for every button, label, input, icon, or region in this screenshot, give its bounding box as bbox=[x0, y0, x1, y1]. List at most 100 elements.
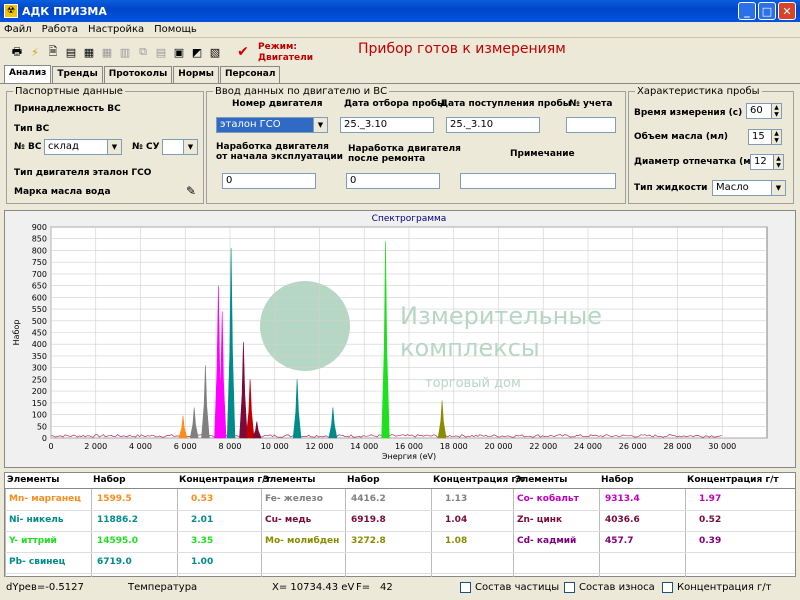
run-icon[interactable]: ⚡ bbox=[28, 44, 42, 60]
wear-composition-checkbox[interactable]: Состав износа bbox=[564, 582, 655, 593]
control-unit-select[interactable]: ▼ bbox=[162, 139, 198, 155]
menu-work[interactable]: Работа bbox=[42, 24, 78, 35]
edit-icon[interactable]: ✎ bbox=[186, 184, 196, 198]
y-tick-label: 400 bbox=[32, 340, 47, 349]
element-concentration: 0.53 bbox=[191, 494, 214, 504]
app-icon: ☢ bbox=[4, 4, 18, 18]
title-bar: ☢ АДК ПРИЗМА _ □ ✕ bbox=[0, 0, 800, 22]
close-button[interactable]: ✕ bbox=[778, 2, 796, 20]
x-tick-label: 22 000 bbox=[529, 442, 557, 451]
menu-help[interactable]: Помощь bbox=[154, 24, 197, 35]
table-header-cell: Элементы bbox=[7, 475, 60, 485]
chevron-down-icon[interactable]: ▼ bbox=[771, 181, 785, 195]
element-concentration: 3.35 bbox=[191, 536, 214, 546]
table-row[interactable]: Pb- свинец 6719.0 1.00 bbox=[5, 553, 795, 574]
file-icon[interactable]: ▤ bbox=[64, 44, 78, 60]
liquid-type-select[interactable]: Масло ▼ bbox=[712, 180, 786, 196]
menu-file[interactable]: Файл bbox=[4, 24, 32, 35]
concentration-checkbox[interactable]: Концентрация г/т bbox=[662, 582, 772, 593]
element-concentration: 1.00 bbox=[191, 557, 214, 567]
menu-settings[interactable]: Настройка bbox=[88, 24, 144, 35]
chevron-down-icon[interactable]: ▼ bbox=[183, 140, 197, 154]
settings-icon[interactable]: ▧ bbox=[208, 44, 222, 60]
table-header-cell: Набор bbox=[93, 475, 126, 485]
x-tick-label: 18 000 bbox=[440, 442, 468, 451]
spinner-icon[interactable]: ▲ ▼ bbox=[771, 130, 781, 144]
particle-composition-checkbox[interactable]: Состав частицы bbox=[460, 582, 559, 593]
measure-time-label: Время измерения (с) bbox=[634, 108, 743, 118]
sample-date-field[interactable]: 25._3.10 bbox=[340, 117, 434, 133]
analysis-panel: Паспортные данные Принадлежность ВС Тип … bbox=[0, 83, 800, 205]
list-icon[interactable]: ▤ bbox=[154, 44, 168, 60]
x-tick-label: 8 000 bbox=[219, 442, 242, 451]
spectrogram-svg[interactable]: Измерительные комплексы торговый дом 0 50 100… bbox=[5, 211, 795, 467]
record-number-field[interactable] bbox=[566, 117, 616, 133]
x-tick-label: 12 000 bbox=[306, 442, 334, 451]
tab-analysis[interactable]: Анализ bbox=[4, 65, 52, 84]
y-axis-label: Набор bbox=[12, 320, 21, 346]
element-name: Cu- медь bbox=[265, 515, 312, 525]
aircraft-type-label: Тип ВС bbox=[14, 124, 50, 134]
chart-icon[interactable]: ▦ bbox=[82, 44, 96, 60]
print-diameter-stepper[interactable]: 12 ▲ ▼ bbox=[750, 154, 784, 170]
print-icon[interactable]: 🖶 bbox=[10, 44, 24, 60]
y-tick-label: 750 bbox=[32, 258, 47, 267]
copy-icon[interactable]: ⧉ bbox=[136, 44, 150, 60]
y-tick-label: 550 bbox=[32, 305, 47, 314]
calculator-icon[interactable]: ▣ bbox=[172, 44, 186, 60]
tab-trends[interactable]: Тренды bbox=[52, 66, 103, 84]
element-count: 11886.2 bbox=[97, 515, 138, 525]
engine-number-select[interactable]: эталон ГСО ▼ bbox=[216, 117, 328, 133]
chevron-down-icon[interactable]: ▼ bbox=[313, 118, 327, 132]
engine-type-label: Тип двигателя эталон ГСО bbox=[14, 168, 152, 178]
measure-time-stepper[interactable]: 60 ▲ ▼ bbox=[746, 103, 782, 119]
y-tick-label: 700 bbox=[32, 270, 47, 279]
x-tick-label: 28 000 bbox=[664, 442, 692, 451]
x-tick-label: 16 000 bbox=[395, 442, 423, 451]
note-field[interactable] bbox=[460, 173, 616, 189]
y-tick-label: 200 bbox=[32, 387, 47, 396]
oil-volume-stepper[interactable]: 15 ▲ ▼ bbox=[748, 129, 782, 145]
spinner-icon[interactable]: ▲ ▼ bbox=[771, 104, 781, 118]
element-concentration: 1.04 bbox=[445, 515, 468, 525]
x-readout: X= 10734.43 eV bbox=[272, 582, 355, 593]
table-row[interactable]: Mn- марганец 1599.5 0.53 Fe- железо 4416.2 1.… bbox=[5, 490, 795, 511]
tab-protocols[interactable]: Протоколы bbox=[103, 66, 173, 84]
element-count: 6919.8 bbox=[351, 515, 386, 525]
table-row[interactable]: Ni- никель 11886.2 2.01 Cu- медь 6919.8 1.04 Z… bbox=[5, 511, 795, 532]
aircraft-number-select[interactable]: склад ▼ bbox=[44, 139, 122, 155]
element-count: 6719.0 bbox=[97, 557, 132, 567]
tab-norms[interactable]: Нормы bbox=[173, 66, 219, 84]
note-label: Примечание bbox=[510, 149, 575, 159]
receipt-date-field[interactable]: 25._3.10 bbox=[446, 117, 540, 133]
table-header-cell: Концентрация г/т bbox=[179, 475, 271, 485]
element-name: Y- иттрий bbox=[9, 536, 57, 546]
chevron-down-icon[interactable]: ▼ bbox=[107, 140, 121, 154]
table-icon[interactable]: ▦ bbox=[100, 44, 114, 60]
runtime-start-field[interactable]: 0 bbox=[222, 173, 316, 189]
spinner-icon[interactable]: ▲ ▼ bbox=[773, 155, 783, 169]
minimize-button[interactable]: _ bbox=[738, 2, 756, 20]
x-tick-label: 20 000 bbox=[485, 442, 513, 451]
aircraft-number-label: № ВС bbox=[14, 142, 42, 152]
table-row[interactable]: Y- иттрий 14595.0 3.35 Mo- молибден 3272.8 1.… bbox=[5, 532, 795, 553]
graph-icon[interactable]: ◩ bbox=[190, 44, 204, 60]
runtime-repair-field[interactable]: 0 bbox=[346, 173, 440, 189]
x-tick-label: 30 000 bbox=[708, 442, 736, 451]
y-tick-label: 900 bbox=[32, 223, 47, 232]
runtime-start-label: Наработка двигателя от начала эксплуатац… bbox=[216, 142, 343, 162]
document-icon[interactable]: 🗎 bbox=[46, 44, 60, 60]
element-name: Mn- марганец bbox=[9, 494, 81, 504]
temperature-label: Температура bbox=[128, 582, 198, 593]
grid-icon[interactable]: ▥ bbox=[118, 44, 132, 60]
y-tick-label: 0 bbox=[42, 434, 47, 443]
tab-personnel[interactable]: Персонал bbox=[219, 66, 281, 84]
element-count: 3272.8 bbox=[351, 536, 386, 546]
checkmark-icon[interactable]: ✔ bbox=[236, 44, 250, 60]
x-tick-label: 14 000 bbox=[350, 442, 378, 451]
maximize-button[interactable]: □ bbox=[758, 2, 776, 20]
print-diameter-label: Диаметр отпечатка (мм) bbox=[634, 157, 763, 167]
spectrogram-chart[interactable]: Измерительные комплексы торговый дом 0 50 100… bbox=[4, 210, 796, 468]
runtime-repair-label: Наработка двигателя после ремонта bbox=[348, 144, 461, 164]
mode-indicator: Режим: Двигатели bbox=[258, 42, 314, 63]
